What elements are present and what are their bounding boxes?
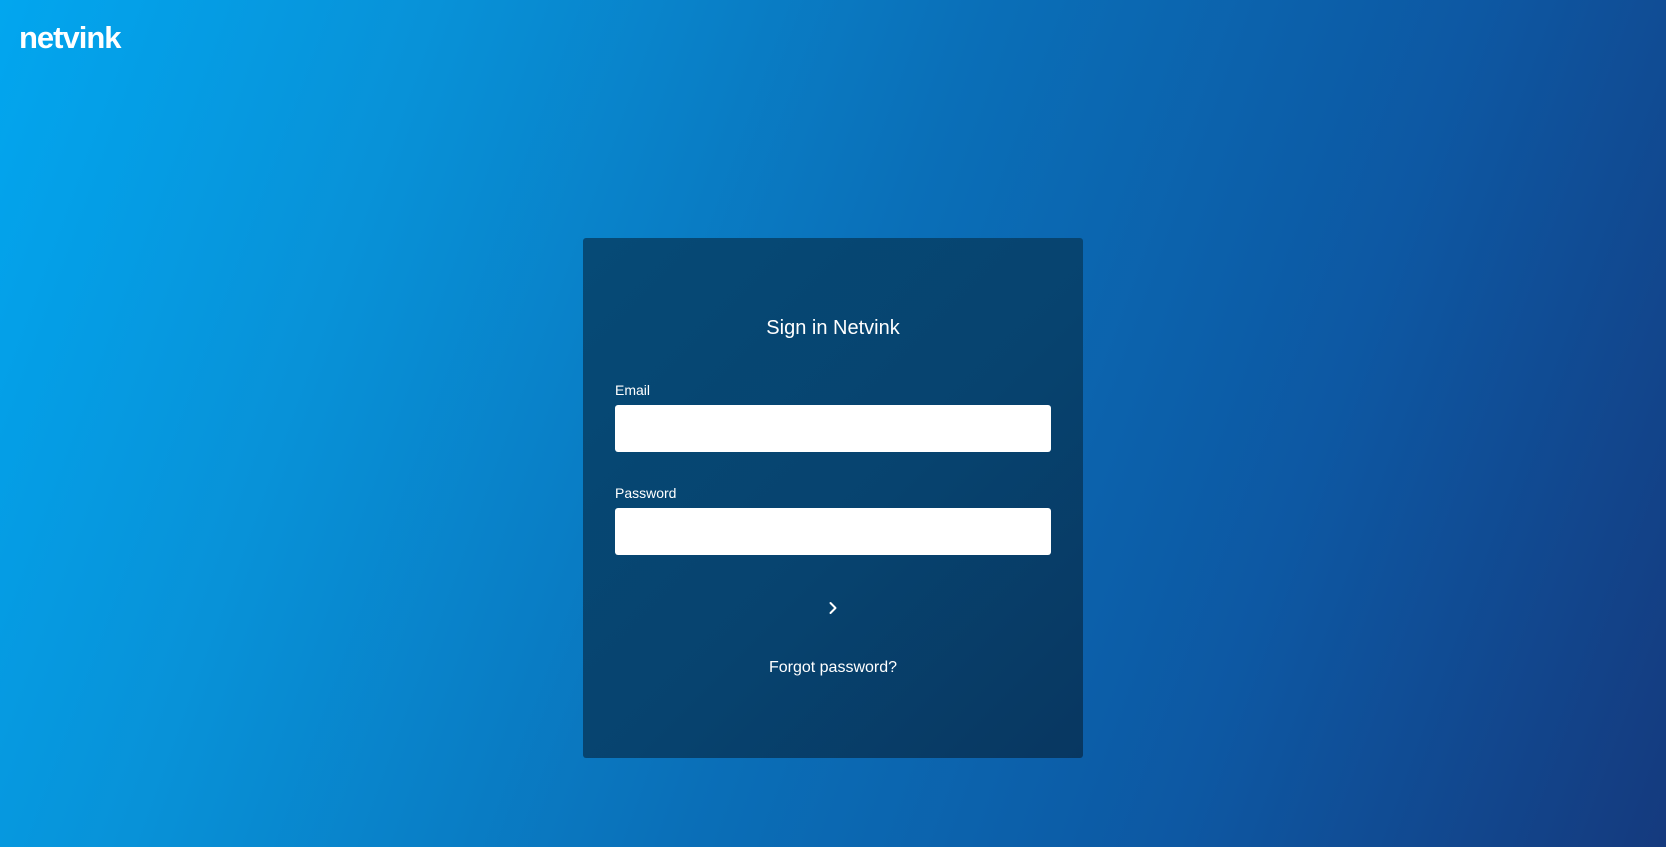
password-field[interactable] bbox=[615, 508, 1051, 555]
brand-logo: netvink bbox=[19, 20, 122, 55]
login-card: Sign in Netvink Email Password Forgot pa… bbox=[583, 238, 1083, 758]
chevron-right-icon bbox=[829, 602, 837, 614]
email-field[interactable] bbox=[615, 405, 1051, 452]
page-title: Sign in Netvink bbox=[766, 317, 900, 339]
password-label: Password bbox=[615, 485, 677, 501]
email-label: Email bbox=[615, 382, 651, 398]
sign-in-button[interactable] bbox=[813, 588, 853, 628]
forgot-password-link[interactable]: Forgot password? bbox=[583, 658, 1083, 678]
